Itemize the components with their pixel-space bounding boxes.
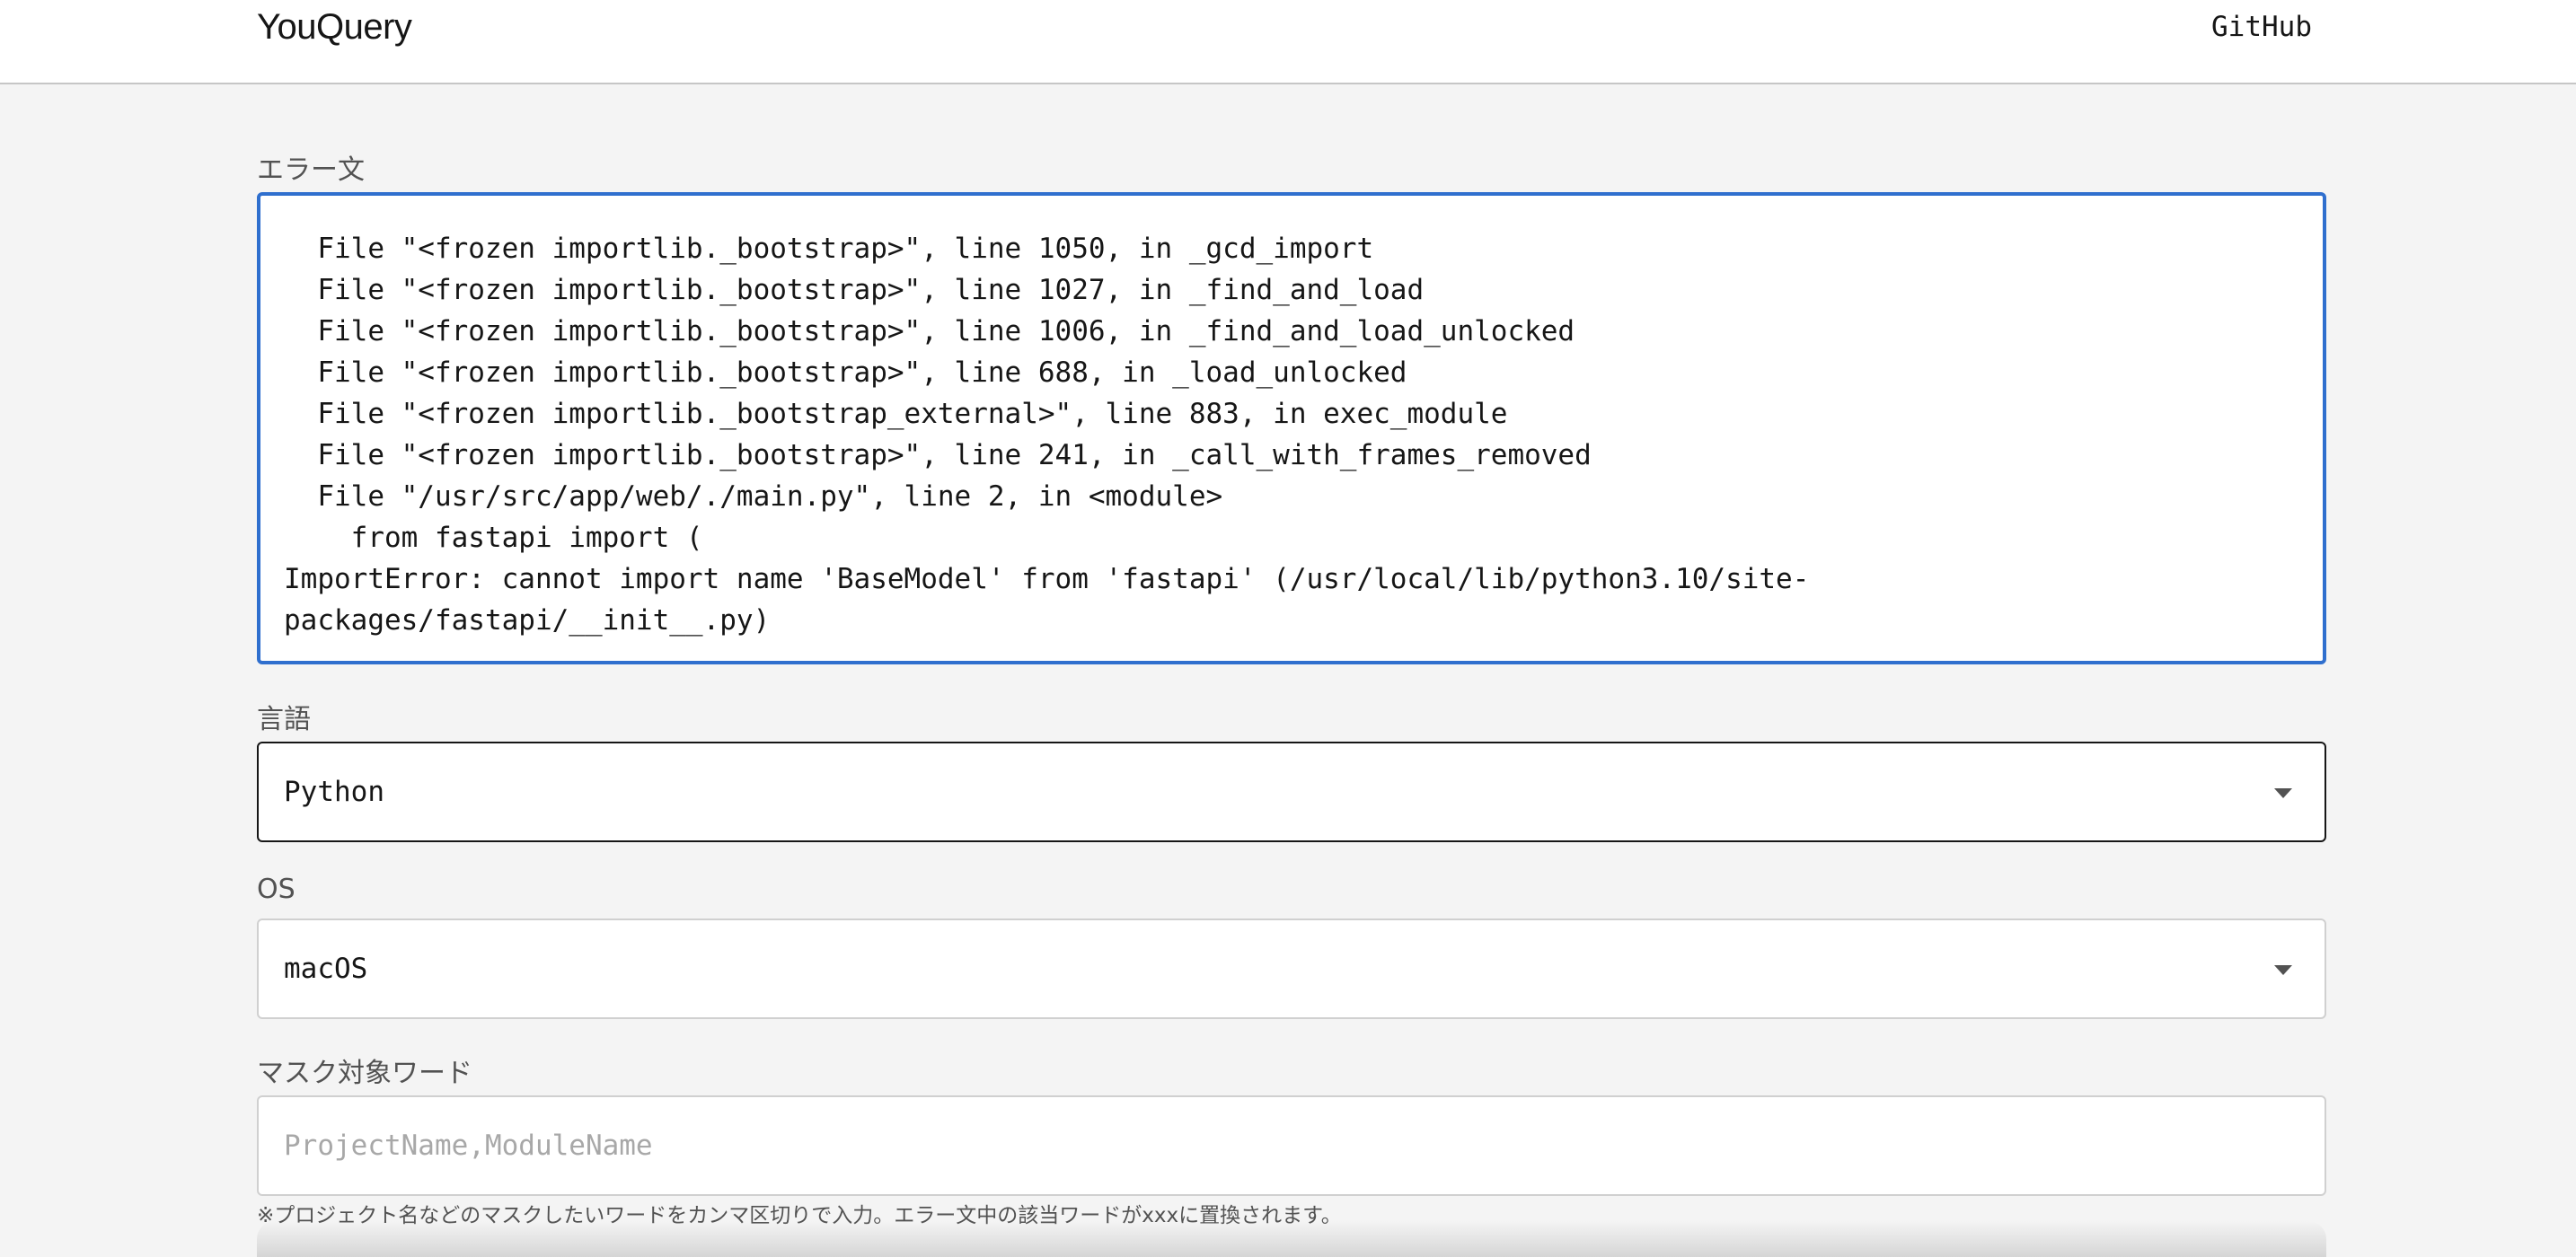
os-selected-value: macOS bbox=[284, 953, 368, 985]
chevron-down-icon bbox=[2274, 965, 2292, 975]
mask-words-label: マスク対象ワード bbox=[257, 1058, 472, 1089]
error-text-area[interactable]: File "<frozen importlib._bootstrap>", li… bbox=[257, 192, 2326, 664]
language-selected-value: Python bbox=[284, 776, 384, 808]
brand-logo[interactable]: YouQuery bbox=[257, 7, 412, 48]
chevron-down-icon bbox=[2274, 788, 2292, 798]
language-label: 言語 bbox=[257, 704, 311, 735]
error-text-label: エラー文 bbox=[257, 154, 365, 186]
top-header: YouQuery GitHub bbox=[0, 0, 2576, 84]
language-select[interactable]: Python bbox=[257, 742, 2326, 842]
mask-words-input[interactable] bbox=[257, 1095, 2326, 1196]
github-link[interactable]: GitHub bbox=[2211, 11, 2312, 43]
os-select[interactable]: macOS bbox=[257, 919, 2326, 1019]
bottom-card-edge bbox=[257, 1221, 2326, 1257]
os-label: OS bbox=[257, 874, 296, 905]
